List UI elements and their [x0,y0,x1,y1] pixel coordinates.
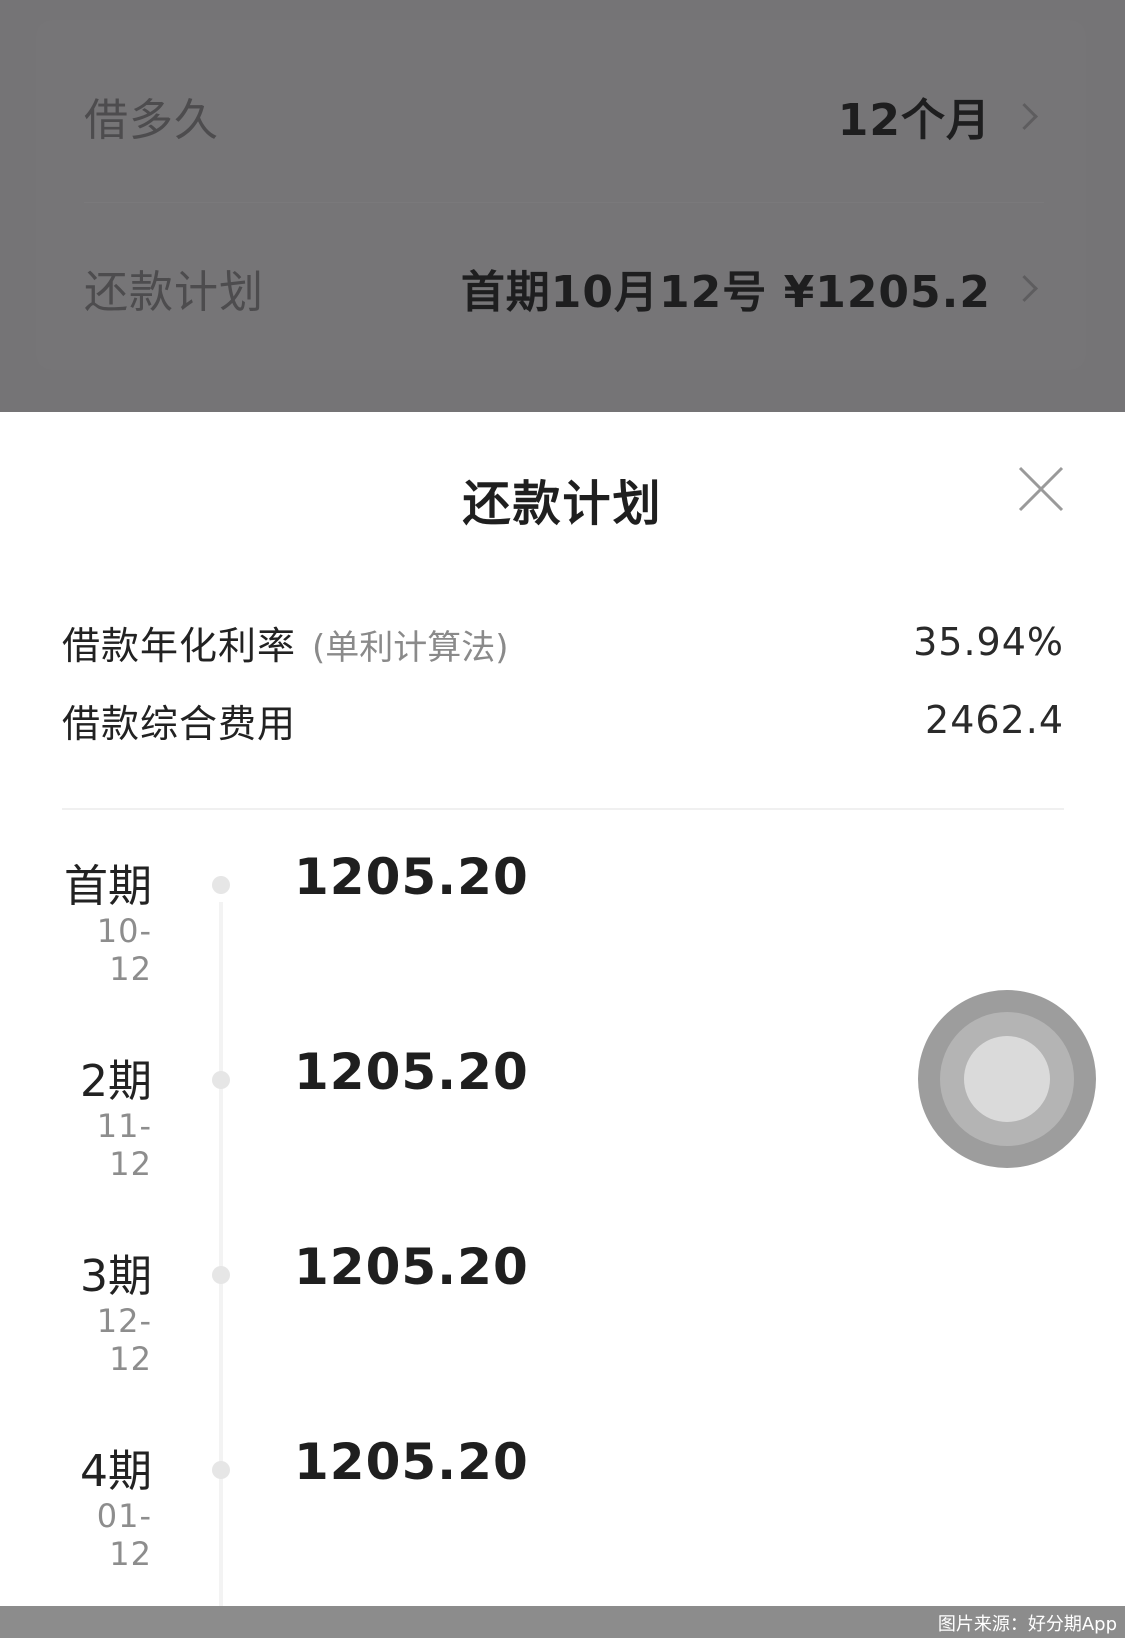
loan-term-value-group: 12个月 [838,84,1044,148]
period-item: 4期 01-12 1205.20 [0,1433,1125,1573]
timeline-dot [212,876,230,894]
loan-term-value: 12个月 [837,95,991,146]
caption-bar: 图片来源：好分期App [0,1606,1125,1638]
loan-term-label: 借多久 [84,95,219,146]
chevron-right-icon [1011,274,1038,302]
period-name: 2期 [80,1056,152,1107]
annual-rate-note: (单利计算法) [312,627,509,668]
period-amount: 1205.20 [294,1238,529,1296]
card-divider [84,202,1044,203]
annual-rate-row: 借款年化利率 (单利计算法) 35.94% [62,614,1064,670]
period-name: 3期 [80,1251,152,1302]
assistive-touch-button[interactable] [918,990,1096,1168]
annual-rate-label-group: 借款年化利率 (单利计算法) [62,615,509,670]
period-amount: 1205.20 [294,1043,529,1101]
close-button[interactable] [1016,464,1066,514]
period-item: 首期 10-12 1205.20 [0,848,1125,988]
period-name: 4期 [80,1446,152,1497]
assistive-touch-core [964,1036,1050,1122]
timeline-dot [212,1461,230,1479]
close-icon [1018,466,1064,512]
repayment-plan-label: 还款计划 [84,267,264,318]
period-name: 首期 [64,861,152,912]
annual-rate-value: 35.94% [913,620,1064,664]
period-date: 12-12 [96,1302,152,1378]
section-divider [62,808,1064,810]
total-fee-label: 借款综合费用 [62,701,297,746]
period-amount: 1205.20 [294,1433,529,1491]
sheet-title: 还款计划 [462,476,663,532]
chevron-right-icon [1011,102,1038,130]
image-source-caption: 图片来源：好分期App [937,1614,1117,1635]
annual-rate-label: 借款年化利率 [62,623,297,668]
dim-overlay[interactable]: 借多久 12个月 还款计划 首期10月12号 ¥1205.2 [0,0,1125,412]
repayment-plan-value: 首期10月12号 ¥1205.2 [460,267,991,318]
period-date: 01-12 [96,1497,152,1573]
repayment-plan-row[interactable]: 还款计划 首期10月12号 ¥1205.2 [84,248,1044,328]
period-date: 10-12 [96,912,152,988]
period-date: 11-12 [96,1107,152,1183]
repayment-plan-value-group: 首期10月12号 ¥1205.2 [461,256,1044,320]
total-fee-value: 2462.4 [925,698,1064,742]
period-amount: 1205.20 [294,848,529,906]
timeline-dot [212,1071,230,1089]
period-item: 3期 12-12 1205.20 [0,1238,1125,1378]
total-fee-row: 借款综合费用 2462.4 [62,692,1064,748]
timeline-dot [212,1266,230,1284]
loan-term-row[interactable]: 借多久 12个月 [84,76,1044,156]
